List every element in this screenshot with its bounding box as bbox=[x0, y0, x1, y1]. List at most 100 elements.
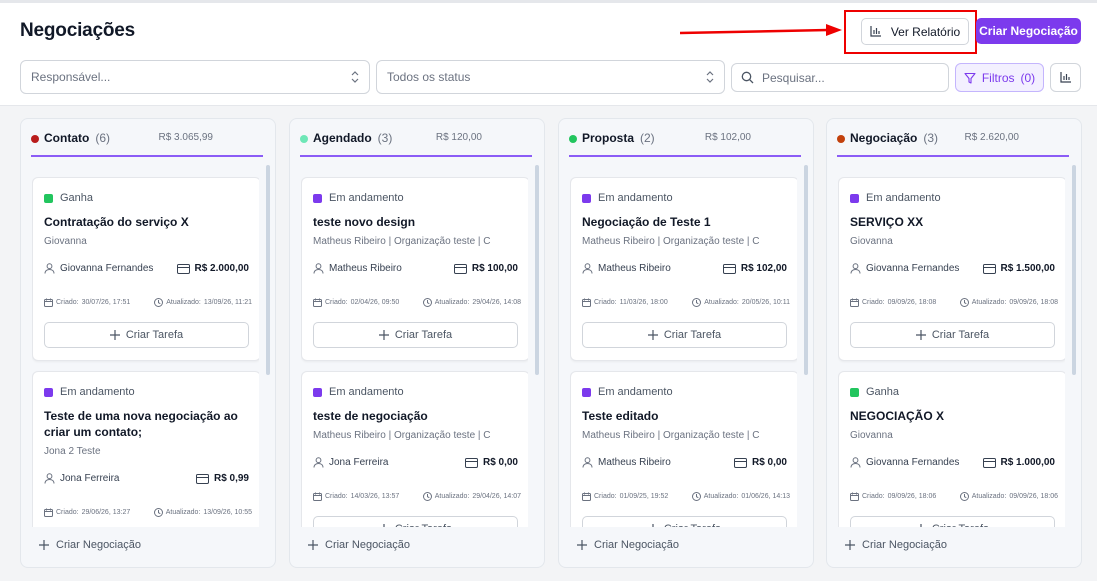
kanban-column: Agendado (3) R$ 120,00 Em andamento test… bbox=[289, 118, 545, 568]
deal-card[interactable]: Em andamento SERVIÇO XX Giovanna Giovann… bbox=[838, 177, 1065, 361]
plus-icon bbox=[845, 540, 855, 550]
user-icon bbox=[44, 263, 55, 274]
deal-status: Em andamento bbox=[313, 192, 404, 204]
status-square-icon bbox=[44, 387, 53, 397]
updated-label: Atualizado: bbox=[703, 493, 739, 500]
deal-value: R$ 0,00 bbox=[751, 457, 787, 468]
updated-date: 29/04/26, 14:07 bbox=[472, 493, 521, 500]
deal-title: Teste editado bbox=[582, 409, 659, 423]
status-select[interactable]: Todos os status bbox=[376, 60, 725, 94]
column-header: Agendado (3) R$ 120,00 bbox=[300, 131, 532, 157]
create-task-button[interactable]: Criar Tarefa bbox=[313, 516, 518, 527]
wallet-icon bbox=[176, 263, 190, 274]
add-deal-label: Criar Negociação bbox=[56, 539, 141, 551]
clock-icon bbox=[154, 298, 164, 307]
deal-card[interactable]: Em andamento Teste editado Matheus Ribei… bbox=[570, 371, 797, 527]
create-task-button[interactable]: Criar Tarefa bbox=[850, 516, 1055, 527]
column-scrollbar[interactable] bbox=[535, 165, 539, 375]
deal-subtitle: Matheus Ribeiro | Organização teste | C bbox=[582, 430, 760, 441]
filters-button[interactable]: Filtros (0) bbox=[955, 63, 1044, 92]
wallet-icon bbox=[453, 263, 467, 274]
column-scrollbar[interactable] bbox=[266, 165, 270, 375]
deal-card[interactable]: Ganha NEGOCIAÇÃO X Giovanna Giovanna Fer… bbox=[838, 371, 1065, 527]
deal-owner: Matheus Ribeiro bbox=[598, 263, 671, 274]
deal-owner-value-row: Giovanna Fernandes R$ 1.000,00 bbox=[850, 457, 1055, 468]
deal-card[interactable]: Em andamento Teste de uma nova negociaçã… bbox=[32, 371, 259, 527]
deal-dates: Criado: 02/04/26, 09:50 Atualizado: 29/0… bbox=[313, 298, 521, 307]
deal-owner-value-row: Jona Ferreira R$ 0,99 bbox=[44, 473, 249, 484]
column-total: R$ 102,00 bbox=[704, 132, 751, 143]
created-label: Criado: bbox=[862, 299, 885, 306]
column-scrollbar[interactable] bbox=[1072, 165, 1076, 375]
column-title: Proposta bbox=[582, 131, 635, 145]
view-report-button[interactable]: Ver Relatório bbox=[861, 18, 969, 45]
deal-title: teste novo design bbox=[313, 215, 416, 229]
updated-label: Atualizado: bbox=[971, 493, 1007, 500]
user-icon bbox=[313, 263, 324, 274]
deal-owner: Giovanna Fernandes bbox=[866, 263, 960, 274]
updated-label: Atualizado: bbox=[971, 299, 1007, 306]
deal-value: R$ 2.000,00 bbox=[194, 263, 250, 274]
deal-card[interactable]: Em andamento Negociação de Teste 1 Mathe… bbox=[570, 177, 797, 361]
deal-status-label: Em andamento bbox=[60, 386, 135, 398]
wallet-icon bbox=[982, 457, 996, 468]
create-task-label: Criar Tarefa bbox=[663, 329, 722, 341]
deal-subtitle: Matheus Ribeiro | Organização teste | C bbox=[313, 430, 491, 441]
deal-card[interactable]: Em andamento teste novo design Matheus R… bbox=[301, 177, 528, 361]
create-task-button[interactable]: Criar Tarefa bbox=[44, 322, 249, 348]
deal-dates: Criado: 29/06/26, 13:27 Atualizado: 13/0… bbox=[44, 508, 252, 517]
user-icon bbox=[850, 457, 861, 468]
deal-dates: Criado: 30/07/26, 17:51 Atualizado: 13/0… bbox=[44, 298, 252, 307]
create-task-button[interactable]: Criar Tarefa bbox=[582, 322, 787, 348]
updated-label: Atualizado: bbox=[704, 299, 739, 306]
deal-value: R$ 1.500,00 bbox=[1000, 263, 1056, 274]
updated-date: 01/06/26, 14:13 bbox=[741, 493, 790, 500]
deal-status: Em andamento bbox=[313, 386, 404, 398]
deal-status-label: Em andamento bbox=[866, 192, 941, 204]
created-date: 11/03/26, 18:00 bbox=[619, 299, 668, 306]
plus-icon bbox=[916, 524, 926, 527]
responsible-select[interactable]: Responsável... bbox=[20, 60, 370, 94]
chevron-up-down-icon bbox=[351, 70, 359, 84]
plus-icon bbox=[109, 330, 120, 340]
column-header: Negociação (3) R$ 2.620,00 bbox=[837, 131, 1069, 157]
create-task-button[interactable]: Criar Tarefa bbox=[582, 516, 787, 527]
deal-value: R$ 102,00 bbox=[740, 263, 787, 274]
deal-card[interactable]: Em andamento teste de negociação Matheus… bbox=[301, 371, 528, 527]
calendar-icon bbox=[44, 508, 53, 517]
chart-view-button[interactable] bbox=[1050, 63, 1081, 92]
add-deal-button[interactable]: Criar Negociação bbox=[39, 539, 141, 551]
deal-card[interactable]: Ganha Contratação do serviço X Giovanna … bbox=[32, 177, 259, 361]
column-cards: Em andamento Negociação de Teste 1 Mathe… bbox=[570, 177, 797, 527]
deal-subtitle: Giovanna bbox=[850, 236, 893, 247]
filters-count: (0) bbox=[1020, 70, 1036, 85]
create-task-button[interactable]: Criar Tarefa bbox=[313, 322, 518, 348]
add-deal-button[interactable]: Criar Negociação bbox=[577, 539, 679, 551]
calendar-icon bbox=[850, 298, 859, 307]
updated-date: 13/09/26, 10:55 bbox=[203, 509, 252, 516]
add-deal-button[interactable]: Criar Negociação bbox=[845, 539, 947, 551]
user-icon bbox=[313, 457, 324, 468]
create-deal-button[interactable]: Criar Negociação bbox=[976, 18, 1081, 44]
created-label: Criado: bbox=[862, 493, 885, 500]
created-label: Criado: bbox=[325, 299, 348, 306]
deal-owner-value-row: Jona Ferreira R$ 0,00 bbox=[313, 457, 518, 468]
updated-date: 09/09/26, 18:08 bbox=[1009, 299, 1058, 306]
column-total: R$ 2.620,00 bbox=[964, 132, 1020, 143]
clock-icon bbox=[692, 298, 702, 307]
column-count: (3) bbox=[923, 131, 939, 145]
updated-label: Atualizado: bbox=[434, 493, 470, 500]
deal-value: R$ 100,00 bbox=[471, 263, 518, 274]
deal-subtitle: Matheus Ribeiro | Organização teste | C bbox=[313, 236, 491, 247]
funnel-icon bbox=[964, 72, 976, 84]
deal-status: Em andamento bbox=[850, 192, 941, 204]
plus-icon bbox=[308, 540, 318, 550]
column-scrollbar[interactable] bbox=[804, 165, 808, 375]
column-total: R$ 3.065,99 bbox=[158, 132, 214, 143]
wallet-icon bbox=[733, 457, 747, 468]
add-deal-button[interactable]: Criar Negociação bbox=[308, 539, 410, 551]
updated-date: 13/09/26, 11:21 bbox=[203, 299, 252, 306]
create-task-button[interactable]: Criar Tarefa bbox=[850, 322, 1055, 348]
deal-status-label: Em andamento bbox=[598, 386, 673, 398]
search-input[interactable]: Pesquisar... bbox=[731, 63, 949, 92]
